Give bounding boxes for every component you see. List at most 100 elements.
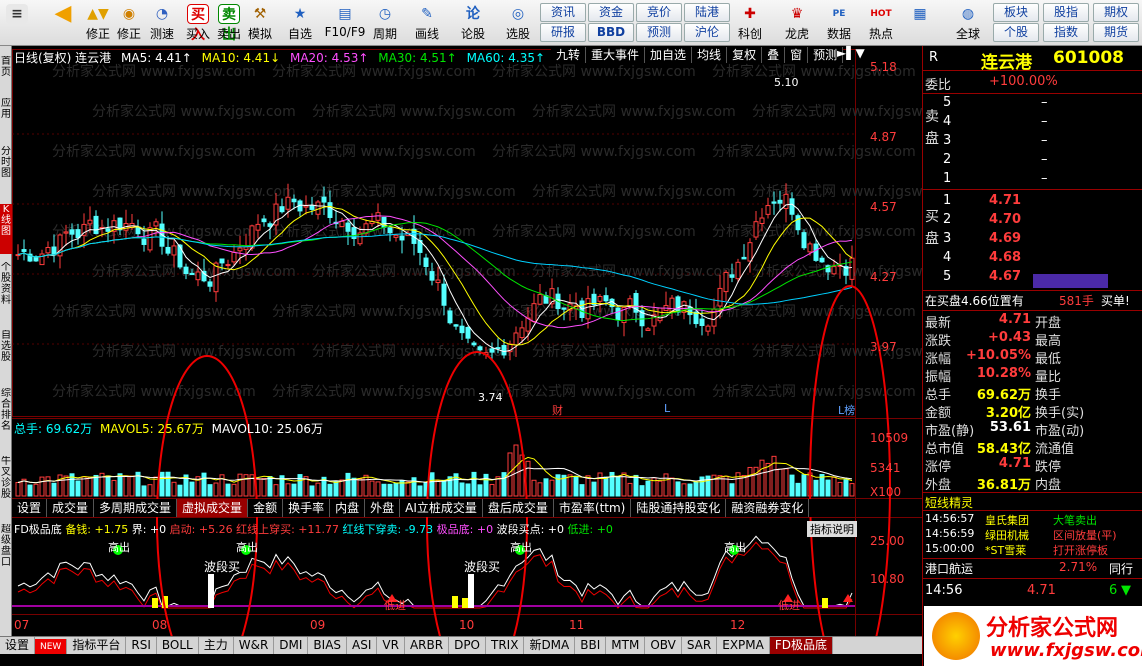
- indicator-tab[interactable]: 内盘: [330, 499, 366, 517]
- sector-button[interactable]: 板块: [993, 3, 1039, 22]
- indicator-help-button[interactable]: 指标说明: [807, 521, 857, 537]
- indicator-tab[interactable]: 换手率: [283, 499, 331, 517]
- indicator-tab[interactable]: 金额: [248, 499, 284, 517]
- brand-url: www.fxjgsw.com: [990, 640, 1142, 661]
- buy-level-row[interactable]: 4 4.68: [923, 250, 1142, 268]
- indicator-tab[interactable]: 成交量: [47, 499, 95, 517]
- bottom-tab[interactable]: 主力: [199, 637, 234, 654]
- forecast-button[interactable]: 预测: [636, 23, 682, 42]
- side-tab-apps[interactable]: 应用: [0, 98, 12, 138]
- options-button[interactable]: 期权: [1093, 3, 1139, 22]
- watchlist-button[interactable]: ★ 自选: [283, 2, 317, 44]
- buy-level-row[interactable]: 2 4.70: [923, 212, 1142, 230]
- indicator-tab[interactable]: 融资融券变化: [726, 499, 810, 517]
- research-button[interactable]: 研报: [540, 23, 586, 42]
- indicator-tab[interactable]: 虚拟成交量: [177, 499, 249, 517]
- shanghai-london-button[interactable]: 沪伦: [684, 23, 730, 42]
- buy-level-row[interactable]: 1 4.71: [923, 193, 1142, 211]
- buy-button[interactable]: 买入 买入: [183, 2, 213, 44]
- grid-icon[interactable]: ▦: [903, 2, 937, 44]
- side-tab-diagnosis[interactable]: 牛叉诊股: [0, 456, 12, 516]
- index-button[interactable]: 指数: [1043, 23, 1089, 42]
- indicator-tab[interactable]: 设置: [12, 499, 48, 517]
- bottom-tab[interactable]: RSI: [126, 637, 157, 654]
- correct-button[interactable]: ◉ 修正: [114, 2, 144, 44]
- nine-turn-button[interactable]: 九转: [551, 47, 587, 63]
- sell-level-row[interactable]: 4–: [923, 114, 1142, 132]
- add-watchlist-button[interactable]: 加自选: [645, 47, 693, 63]
- funds-button[interactable]: 资金: [588, 3, 634, 22]
- indicator-tab[interactable]: 外盘: [365, 499, 401, 517]
- futures-button[interactable]: 期货: [1093, 23, 1139, 42]
- hk-connect-button[interactable]: 陆港: [684, 3, 730, 22]
- bottom-tab[interactable]: ARBR: [405, 637, 450, 654]
- draw-line-button[interactable]: ✎ 画线: [410, 2, 444, 44]
- side-tab-order-book[interactable]: 超级盘口: [0, 524, 12, 584]
- bottom-tab[interactable]: MTM: [606, 637, 646, 654]
- bottom-tab[interactable]: ASI: [347, 637, 378, 654]
- back-arrow-icon[interactable]: ◀: [46, 2, 80, 44]
- indicator-tab[interactable]: 陆股通持股变化: [631, 499, 727, 517]
- side-tab-home[interactable]: 首页: [0, 56, 12, 86]
- volume-bar: [813, 479, 819, 497]
- sell-level-row[interactable]: 5–: [923, 95, 1142, 113]
- adjust-button[interactable]: 复权: [727, 47, 763, 63]
- bottom-tab[interactable]: 设置: [0, 637, 36, 654]
- major-events-button[interactable]: 重大事件: [586, 47, 646, 63]
- news-button[interactable]: 资讯: [540, 3, 586, 22]
- sector-row[interactable]: 港口航运 2.71% 同行: [923, 560, 1142, 578]
- sell-button[interactable]: 卖出 卖出: [214, 2, 244, 44]
- simulate-button[interactable]: ⚒ 模拟: [245, 2, 275, 44]
- indicator-tab[interactable]: AI立桩成交量: [400, 499, 483, 517]
- ma-button[interactable]: 均线: [692, 47, 728, 63]
- side-tab-watchlist[interactable]: 自选股: [0, 330, 12, 380]
- f10-button[interactable]: ▤ F10/F9: [323, 2, 367, 44]
- global-button[interactable]: ◍ 全球: [948, 2, 988, 44]
- bottom-tab[interactable]: BOLL: [157, 637, 199, 654]
- sell-level-row[interactable]: 1–: [923, 171, 1142, 189]
- dragon-tiger-button[interactable]: ♛ 龙虎: [780, 2, 814, 44]
- indicator-tab[interactable]: 盘后成交量: [483, 499, 554, 517]
- bbd-button[interactable]: BBD: [588, 23, 634, 42]
- bottom-tab[interactable]: BBI: [575, 637, 607, 654]
- window-button[interactable]: 窗: [785, 47, 809, 63]
- side-tab-kline[interactable]: K线图: [0, 204, 12, 254]
- hot-button[interactable]: HOT 热点: [864, 2, 898, 44]
- bottom-tab[interactable]: BIAS: [308, 637, 348, 654]
- bottom-tab[interactable]: DPO: [449, 637, 486, 654]
- chart-area[interactable]: 分析家公式网 www.fxjgsw.com 分析家公式网 www.fxjgsw.c…: [12, 46, 956, 666]
- bottom-tab[interactable]: SAR: [682, 637, 718, 654]
- bottom-tab[interactable]: TRIX: [486, 637, 525, 654]
- indicator-tab[interactable]: 市盈率(ttm): [554, 499, 632, 517]
- period-button[interactable]: ◷ 周期: [368, 2, 402, 44]
- sell-level-row[interactable]: 3–: [923, 133, 1142, 151]
- finance-marker[interactable]: 财: [552, 402, 563, 418]
- indicator-tab[interactable]: 多周期成交量: [94, 499, 178, 517]
- stock-button[interactable]: 个股: [993, 23, 1039, 42]
- sell-level-row[interactable]: 2–: [923, 152, 1142, 170]
- l-list-marker[interactable]: L榜: [838, 402, 855, 418]
- side-tab-ranking[interactable]: 综合排名: [0, 388, 12, 448]
- speed-test-button[interactable]: ◔ 测速: [147, 2, 177, 44]
- bottom-tab[interactable]: DMI: [274, 637, 309, 654]
- data-button[interactable]: PE 数据: [822, 2, 856, 44]
- auction-button[interactable]: 竞价: [636, 3, 682, 22]
- bottom-tab[interactable]: 指标平台: [67, 637, 127, 654]
- discuss-button[interactable]: 论论股: [456, 2, 490, 44]
- side-tab-timeshare[interactable]: 分时图: [0, 146, 12, 196]
- buy-level-row[interactable]: 3 4.69: [923, 231, 1142, 249]
- bottom-tab[interactable]: 新DMA: [524, 637, 576, 654]
- bottom-tab[interactable]: W&R: [234, 637, 275, 654]
- index-futures-button[interactable]: 股指: [1043, 3, 1089, 22]
- star-market-button[interactable]: ✚ 科创: [733, 2, 767, 44]
- overlay-button[interactable]: 叠: [762, 47, 786, 63]
- bottom-tab[interactable]: OBV: [645, 637, 682, 654]
- side-tab-profile[interactable]: 个股资料: [0, 262, 12, 322]
- nav-up-down[interactable]: ▲▼ 修正: [85, 2, 111, 44]
- menu-icon[interactable]: ≡: [2, 2, 32, 44]
- l-marker[interactable]: L: [664, 402, 670, 415]
- stock-picker-button[interactable]: ◎ 选股: [498, 2, 538, 44]
- bottom-tab[interactable]: FD极品底: [769, 637, 833, 654]
- bottom-tab[interactable]: VR: [377, 637, 405, 654]
- bottom-tab[interactable]: EXPMA: [717, 637, 770, 654]
